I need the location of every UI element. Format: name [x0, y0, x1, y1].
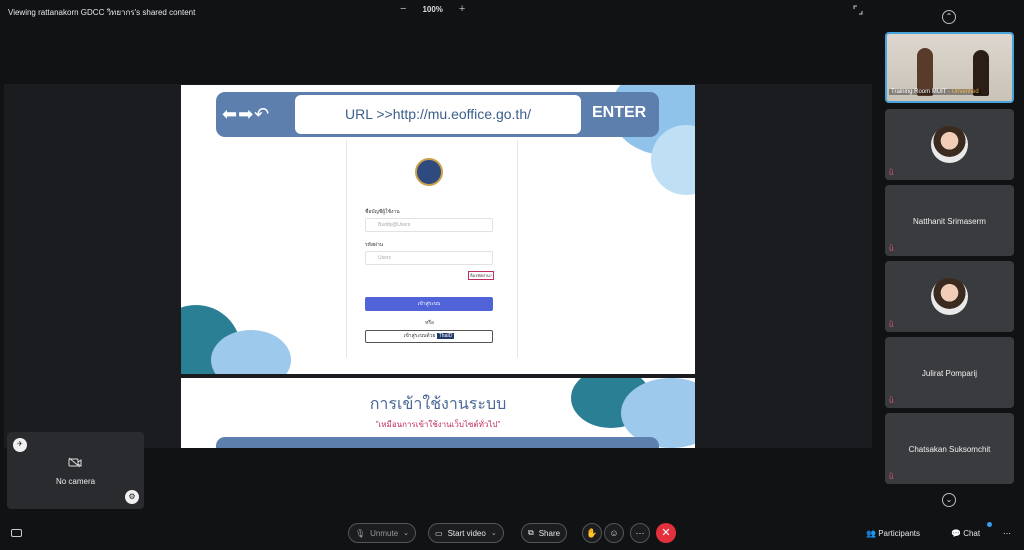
slide-subtitle: "เหมือนการเข้าใช้งานเว็บไซต์ทั่วไป": [375, 420, 501, 429]
scroll-down-icon[interactable]: ⌄: [942, 493, 956, 507]
participant-name: Training Room MUIT: [891, 89, 947, 95]
top-bar: Viewing rattanakorn GDCC วิทยากร's share…: [0, 0, 1024, 24]
start-video-button[interactable]: ▭ Start video ⌄: [428, 523, 504, 543]
participant-tile[interactable]: Julirat Pomparij ǜ: [885, 337, 1014, 408]
enter-label: ENTER: [592, 104, 647, 121]
chevron-down-icon[interactable]: ⌄: [491, 529, 497, 537]
chat-button[interactable]: 💬 Chat: [951, 529, 980, 538]
participant-tile-active-speaker[interactable]: Training Room MUIT · Unverified: [885, 32, 1014, 103]
participant-caption: Training Room MUIT · Unverified: [889, 89, 981, 95]
password-label: รหัสผ่าน: [365, 242, 384, 248]
participant-avatar: [931, 126, 968, 163]
muted-mic-icon: ǜ: [889, 320, 894, 329]
participants-button[interactable]: 👥 Participants: [866, 529, 920, 538]
zoom-in-button[interactable]: +: [459, 4, 465, 15]
muted-mic-icon: ǜ: [889, 396, 894, 405]
url-banner: [216, 437, 659, 448]
password-field: Users: [365, 251, 493, 265]
participant-name: Natthanit Srimaserm: [913, 217, 986, 226]
participant-tile[interactable]: Natthanit Srimaserm ǜ: [885, 185, 1014, 256]
participant-name: Julirat Pomparij: [921, 369, 978, 378]
thaid-label: เข้าสู่ระบบด้วย: [403, 333, 436, 339]
forgot-password-link: ลืมรหัสผ่าน?: [468, 271, 494, 280]
share-icon: ⧉: [528, 528, 534, 537]
university-logo: [415, 158, 443, 186]
background-effects-icon[interactable]: ⚙: [125, 490, 139, 504]
chat-label: Chat: [963, 529, 981, 538]
login-button: เข้าสู่ระบบ: [365, 297, 493, 311]
share-button[interactable]: ⧉ Share: [521, 523, 568, 543]
participants-icon: 👥: [866, 529, 876, 538]
video-off-icon: ▭: [435, 528, 443, 538]
nav-arrows-icon: ⬅➡↶: [222, 104, 271, 124]
thaid-login-button: เข้าสู่ระบบด้วย ThaID: [365, 330, 493, 343]
zoom-out-button[interactable]: −: [400, 4, 406, 15]
self-view[interactable]: ✈ No camera ⚙: [7, 432, 144, 509]
presentation-slide-next: การเข้าใช้งานระบบ "เหมือนการเข้าใช้งานเว…: [181, 378, 695, 448]
zoom-level: 100%: [422, 5, 443, 14]
scroll-up-icon[interactable]: ⌃: [942, 10, 956, 24]
chevron-down-icon[interactable]: ⌄: [403, 529, 409, 537]
muted-mic-icon: ǜ: [889, 472, 894, 481]
participant-avatar: [931, 278, 968, 315]
chat-notification-dot: [987, 522, 992, 527]
chat-icon: 💬: [951, 529, 961, 538]
meeting-controls: 🎙 Unmute ⌄ ▭ Start video ⌄ ⧉ Share ✋ ☺ ⋯…: [0, 518, 1024, 550]
participant-tile[interactable]: ǜ: [885, 109, 1014, 180]
expand-icon[interactable]: [853, 5, 863, 15]
url-banner: ⬅➡↶ URL >>http://mu.eoffice.go.th/ ENTER: [216, 92, 659, 137]
participant-tile[interactable]: ǜ: [885, 261, 1014, 332]
more-options-icon[interactable]: ⋯: [630, 523, 650, 543]
shared-content-title: Viewing rattanakorn GDCC วิทยากร's share…: [8, 8, 196, 17]
muted-mic-icon: ǜ: [889, 168, 894, 177]
login-form-screenshot: ชื่อบัญชีผู้ใช้งาน Buddy@Users รหัสผ่าน …: [346, 140, 518, 358]
camera-off-icon: [68, 457, 82, 468]
more-panel-icon[interactable]: ⋯: [1003, 529, 1011, 538]
zoom-controls: − 100% +: [400, 4, 465, 15]
no-camera-label: No camera: [55, 477, 96, 486]
mic-off-icon: 🎙: [355, 528, 366, 538]
unverified-badge: Unverified: [951, 89, 979, 95]
thaid-tag: ThaID: [436, 333, 455, 339]
muted-mic-icon: ǜ: [889, 244, 894, 253]
url-text: URL >>http://mu.eoffice.go.th/: [295, 95, 581, 134]
pin-icon[interactable]: ✈: [13, 438, 27, 452]
leave-meeting-button[interactable]: ✕: [656, 523, 676, 543]
or-text: หรือ: [425, 320, 434, 326]
username-field: Buddy@Users: [365, 218, 493, 232]
slide-title: การเข้าใช้งานระบบ: [369, 396, 507, 413]
participant-name: Chatsakan Suksomchit: [908, 445, 991, 454]
username-label: ชื่อบัญชีผู้ใช้งาน: [365, 209, 400, 215]
presentation-slide: ⬅➡↶ URL >>http://mu.eoffice.go.th/ ENTER…: [181, 85, 695, 374]
start-video-label: Start video: [447, 528, 486, 538]
reactions-icon[interactable]: ☺: [604, 523, 624, 543]
participants-label: Participants: [878, 529, 920, 538]
participant-tile[interactable]: Chatsakan Suksomchit ǜ: [885, 413, 1014, 484]
raise-hand-icon[interactable]: ✋: [582, 523, 602, 543]
unmute-label: Unmute: [370, 528, 399, 538]
unmute-button[interactable]: 🎙 Unmute ⌄: [348, 523, 417, 543]
share-label: Share: [538, 528, 561, 538]
